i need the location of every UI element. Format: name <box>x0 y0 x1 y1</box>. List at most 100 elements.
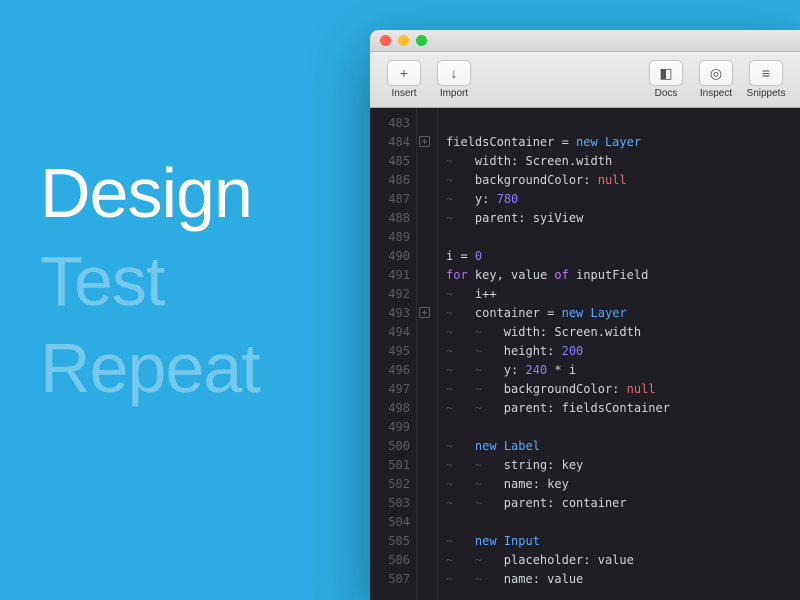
code-line[interactable]: ~ ~ name: value <box>438 570 800 589</box>
line-number[interactable]: 490 <box>370 247 416 266</box>
code-line[interactable]: ~ ~ parent: fieldsContainer <box>438 399 800 418</box>
token-indent: ~ ~ <box>446 325 504 339</box>
token-keyword: new <box>562 306 591 320</box>
token-indent: ~ <box>446 173 475 187</box>
line-number[interactable]: 485 <box>370 152 416 171</box>
line-number[interactable]: 497 <box>370 380 416 399</box>
token-op: : <box>533 477 547 491</box>
token-ident: key <box>547 477 569 491</box>
titlebar[interactable] <box>370 30 800 52</box>
import-button-icon: ↓ <box>437 60 471 86</box>
token-ident: placeholder <box>504 553 583 567</box>
token-indent: ~ ~ <box>446 458 504 472</box>
line-number[interactable]: 500 <box>370 437 416 456</box>
token-op: : <box>482 192 496 206</box>
code-line[interactable]: ~ ~ width: Screen.width <box>438 323 800 342</box>
minimize-icon[interactable] <box>398 35 409 46</box>
line-number[interactable]: 492 <box>370 285 416 304</box>
token-op: : <box>547 344 561 358</box>
code-line[interactable]: ~ backgroundColor: null <box>438 171 800 190</box>
token-ident: key <box>475 268 497 282</box>
line-number[interactable]: 498 <box>370 399 416 418</box>
line-number[interactable]: 483 <box>370 114 416 133</box>
code-line[interactable]: ~ ~ height: 200 <box>438 342 800 361</box>
token-ident: y <box>504 363 511 377</box>
code-line[interactable]: ~ new Label <box>438 437 800 456</box>
docs-button[interactable]: ◧Docs <box>642 60 690 99</box>
close-icon[interactable] <box>380 35 391 46</box>
code-line[interactable]: ~ ~ parent: container <box>438 494 800 513</box>
line-number[interactable]: 503 <box>370 494 416 513</box>
token-ident: i <box>446 249 460 263</box>
code-line[interactable]: ~ ~ name: key <box>438 475 800 494</box>
line-number[interactable]: 506 <box>370 551 416 570</box>
code-line[interactable] <box>438 513 800 532</box>
hero-line-1: Design <box>40 150 260 238</box>
token-indent: ~ ~ <box>446 496 504 510</box>
token-number: 200 <box>562 344 584 358</box>
token-null: null <box>598 173 627 187</box>
maximize-icon[interactable] <box>416 35 427 46</box>
code-line[interactable]: for key, value of inputField <box>438 266 800 285</box>
code-line[interactable]: ~ parent: syiView <box>438 209 800 228</box>
token-ident: fieldsContainer <box>446 135 562 149</box>
code-line[interactable] <box>438 228 800 247</box>
token-ident: backgroundColor <box>475 173 583 187</box>
code-editor[interactable]: 4834844854864874884894904914924934944954… <box>370 108 800 600</box>
code-line[interactable]: ~ ~ placeholder: value <box>438 551 800 570</box>
token-ident: parent <box>504 401 547 415</box>
line-number[interactable]: 505 <box>370 532 416 551</box>
line-number[interactable]: 501 <box>370 456 416 475</box>
inspect-button[interactable]: ◎Inspect <box>692 60 740 99</box>
code-line[interactable]: i = 0 <box>438 247 800 266</box>
line-number[interactable]: 499 <box>370 418 416 437</box>
token-op: = <box>460 249 474 263</box>
line-number[interactable]: 491 <box>370 266 416 285</box>
code-line[interactable]: ~ ~ string: key <box>438 456 800 475</box>
token-ident: inputField <box>576 268 648 282</box>
line-number[interactable]: 489 <box>370 228 416 247</box>
code-line[interactable]: ~ container = new Layer <box>438 304 800 323</box>
token-keyword: new <box>576 135 605 149</box>
code-line[interactable]: ~ y: 780 <box>438 190 800 209</box>
code-line[interactable]: ~ width: Screen.width <box>438 152 800 171</box>
line-number[interactable]: 494 <box>370 323 416 342</box>
line-number[interactable]: 484 <box>370 133 416 152</box>
token-ident: parent <box>475 211 518 225</box>
inspect-button-label: Inspect <box>700 88 732 99</box>
code-line[interactable]: ~ new Input <box>438 532 800 551</box>
token-ident: Screen <box>525 154 568 168</box>
code-line[interactable]: ~ i++ <box>438 285 800 304</box>
snippets-button-label: Snippets <box>747 88 786 99</box>
token-number: 240 <box>525 363 547 377</box>
code-line[interactable]: ~ ~ backgroundColor: null <box>438 380 800 399</box>
token-ident: name <box>504 572 533 586</box>
line-number[interactable]: 487 <box>370 190 416 209</box>
code-area[interactable]: fieldsContainer = new Layer~ width: Scre… <box>438 108 800 600</box>
toolbar-right-group: ◧Docs◎Inspect≡Snippets <box>642 60 790 99</box>
code-line[interactable]: fieldsContainer = new Layer <box>438 133 800 152</box>
docs-button-label: Docs <box>655 88 678 99</box>
line-number[interactable]: 488 <box>370 209 416 228</box>
token-class: Label <box>504 439 540 453</box>
line-number[interactable]: 486 <box>370 171 416 190</box>
code-line[interactable] <box>438 114 800 133</box>
line-number[interactable]: 496 <box>370 361 416 380</box>
token-ident: string <box>504 458 547 472</box>
snippets-button[interactable]: ≡Snippets <box>742 60 790 99</box>
insert-button[interactable]: +Insert <box>380 60 428 99</box>
token-indent: ~ <box>446 306 475 320</box>
token-op: , <box>497 268 511 282</box>
token-op: = <box>547 306 561 320</box>
line-number[interactable]: 507 <box>370 570 416 589</box>
line-number[interactable]: 493 <box>370 304 416 323</box>
import-button[interactable]: ↓Import <box>430 60 478 99</box>
token-ident: value <box>547 572 583 586</box>
line-number[interactable]: 502 <box>370 475 416 494</box>
code-line[interactable]: ~ ~ y: 240 * i <box>438 361 800 380</box>
code-line[interactable] <box>438 418 800 437</box>
token-indent: ~ <box>446 534 475 548</box>
token-ident: parent <box>504 496 547 510</box>
line-number[interactable]: 495 <box>370 342 416 361</box>
line-number[interactable]: 504 <box>370 513 416 532</box>
